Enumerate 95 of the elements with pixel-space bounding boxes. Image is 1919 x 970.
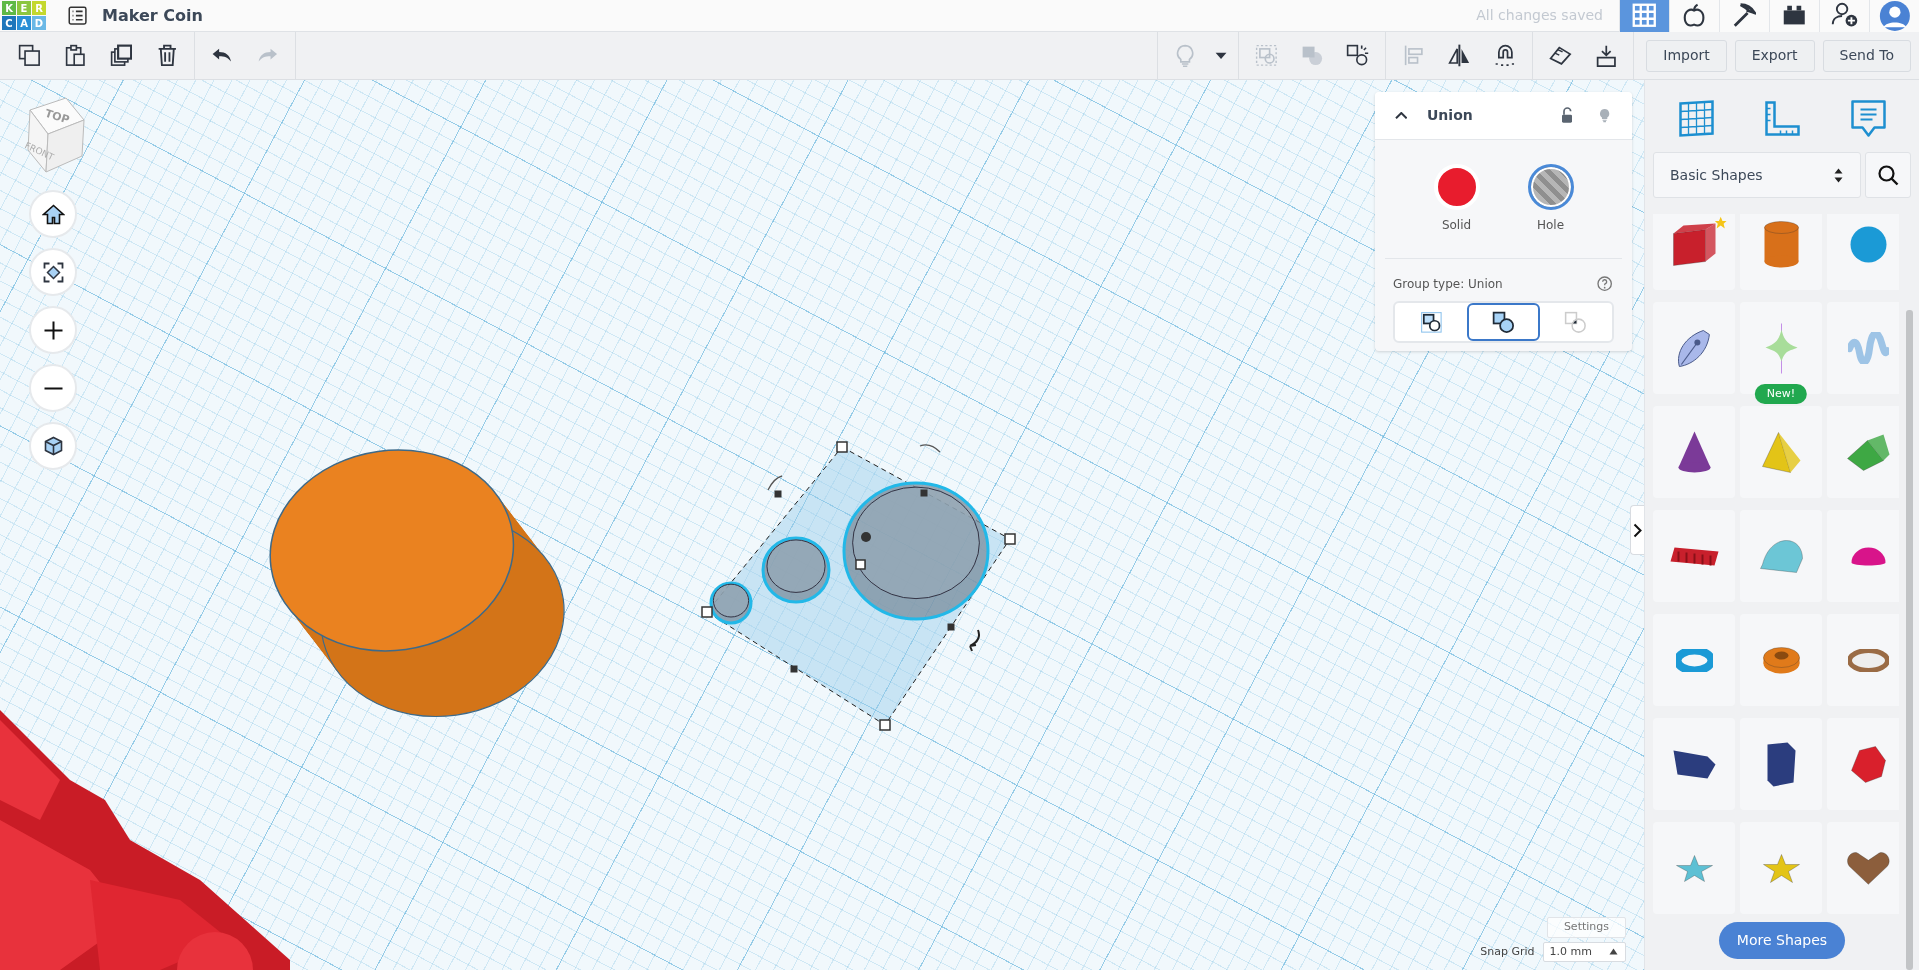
perspective-cube-icon [43,436,63,456]
grid-icon [1632,3,1657,28]
avatar-icon [1877,0,1912,33]
list-icon [68,5,88,26]
fit-view-icon [42,261,64,283]
redo-icon [257,47,279,64]
add-user-icon [1830,2,1859,29]
shape-tile[interactable] [1740,510,1822,602]
view-tab[interactable] [1769,0,1819,32]
color-swatch [1433,164,1480,210]
toolbar-button[interactable]: Import [1646,39,1727,72]
solid-hole-option[interactable]: Solid [1433,164,1480,234]
shape-tile[interactable] [1653,822,1735,914]
chevron-right-icon [1633,522,1642,538]
app-logo[interactable]: K E R C A D [2,1,46,30]
clipboard-icon [64,44,86,67]
shape-tile[interactable] [1653,718,1735,810]
grid-sheet-icon [1678,99,1714,137]
shape-tile[interactable] [1827,822,1899,914]
dashed-circle-square-icon [1346,44,1371,67]
project-title[interactable]: Maker Coin [102,3,203,28]
note-icon [1850,99,1886,137]
search-button[interactable] [1865,152,1911,198]
zoom-out-button[interactable] [29,364,77,412]
shape-tile[interactable] [1653,614,1735,706]
ortho-button[interactable] [29,422,77,470]
search-icon [1877,165,1899,186]
chevron-up-icon [1394,111,1408,120]
more-shapes-button[interactable]: More Shapes [1718,922,1846,959]
shape-tile[interactable] [1827,718,1899,810]
merged-shapes-icon [1492,310,1515,334]
zoom-in-icon [42,319,64,341]
star-marker-icon [1713,216,1727,230]
settings-button[interactable]: Settings [1546,917,1626,938]
shape-tile[interactable] [1740,214,1822,290]
stacked-squares-icon [109,44,133,67]
cube-top-label: TOP [43,106,71,127]
shape-tile[interactable] [1740,718,1822,810]
selected-group-drawing[interactable] [701,441,1016,731]
shape-tile[interactable] [1827,302,1899,394]
group-icon [1254,44,1278,67]
unlocked-padlock-icon [1561,107,1573,124]
undo-icon [211,47,233,64]
shape-tile[interactable] [1827,510,1899,602]
view-tab[interactable] [1669,0,1719,32]
shape-tile[interactable] [1827,406,1899,498]
help-icon [1597,276,1613,292]
zoom-out-icon [42,385,64,391]
overlapping-shapes-icon [1300,44,1324,67]
snap-grid-select[interactable]: 1.0 mm [1542,941,1626,962]
shape-tile[interactable] [1653,406,1735,498]
group-type-button[interactable] [1467,303,1540,341]
group-type-label: Group type: Union [1393,276,1503,293]
mirror-icon [1447,43,1471,68]
scrollbar[interactable] [1906,310,1913,970]
shape-tile[interactable] [1653,214,1735,290]
collapse-panel-button[interactable] [1630,505,1644,555]
shape-tile[interactable] [1740,614,1822,706]
home-button[interactable] [29,190,77,238]
snap-grid-label: Snap Grid [1480,943,1535,960]
inspector-title: Union [1427,106,1473,125]
trash-icon [156,44,178,67]
shape-tile[interactable] [1653,302,1735,394]
drop-to-plane-icon [1595,43,1617,68]
striped-swatch [1527,164,1574,210]
magnet-icon [1494,44,1517,67]
help-button[interactable] [1596,275,1614,293]
lightbulb-icon [1599,108,1611,123]
shape-tile[interactable] [1740,406,1822,498]
toolbar-button[interactable]: Export [1734,39,1815,72]
home-icon [41,203,65,225]
shape-tile[interactable] [1827,614,1899,706]
ruler-icon [1764,100,1800,136]
caret-up-icon [1608,947,1619,957]
category-select[interactable]: Basic Shapes [1653,152,1861,198]
shape-tile[interactable] [1740,822,1822,914]
pickaxe-icon [1732,3,1757,28]
view-tab[interactable] [1719,0,1769,32]
copy-icon [17,44,41,67]
fit-button[interactable] [29,248,77,296]
workplane-icon [1548,45,1572,66]
solid-hole-option[interactable]: Hole [1527,164,1574,234]
shape-tile[interactable] [1653,510,1735,602]
apple-icon [1683,3,1706,28]
sort-arrows-icon [1833,166,1844,184]
align-icon [1403,44,1423,67]
toolbar-button[interactable]: Send To [1822,39,1911,72]
view-tab[interactable] [1819,0,1869,32]
separate-shapes-icon [1419,310,1443,334]
cut-shape-icon [1564,310,1588,334]
zoom-in-button[interactable] [29,306,77,354]
shape-tile[interactable] [1827,214,1899,290]
brick-icon [1782,4,1807,27]
caret-down-icon [1214,50,1229,61]
lightbulb-icon [1176,43,1195,68]
